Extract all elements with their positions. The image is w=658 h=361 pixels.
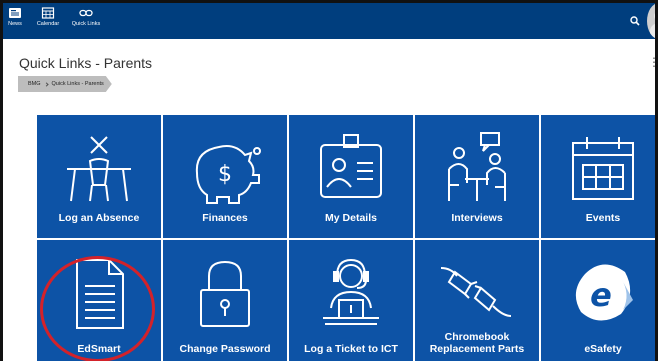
tile-label: Log a Ticket to ICT (304, 343, 398, 355)
esafety-logo-icon: e (575, 264, 633, 321)
cable-plug-icon (440, 267, 512, 317)
tile-label: eSafety (584, 343, 622, 355)
breadcrumb-item-current: Quick Links - Parents (51, 81, 104, 87)
nav-quick-links-label: Quick Links (71, 21, 101, 27)
tile-label: Events (585, 212, 621, 224)
tile-label: Chromebook Replacement Parts (429, 331, 525, 355)
tile-esafety[interactable]: e eSafety (541, 240, 655, 361)
more-options-icon[interactable]: ⋮ (648, 55, 655, 69)
nav-quick-links[interactable]: Quick Links (69, 7, 103, 37)
avatar-head (654, 11, 655, 21)
nav-calendar[interactable]: Calendar (35, 7, 61, 37)
tile-log-a-ticket[interactable]: Log a Ticket to ICT (289, 240, 413, 361)
tile-chromebook-parts[interactable]: Chromebook Replacement Parts (415, 240, 539, 361)
tile-label: Interviews (451, 212, 503, 224)
tile-log-an-absence[interactable]: Log an Absence (37, 115, 161, 238)
id-card-icon (320, 134, 382, 198)
search-icon[interactable] (629, 15, 641, 27)
nav-news-label: News (8, 21, 22, 27)
tile-interviews[interactable]: Interviews (415, 115, 539, 238)
page-title: Quick Links - Parents (19, 55, 153, 71)
news-icon (9, 8, 21, 18)
top-nav-bar: News Calendar Quick Links (3, 3, 655, 39)
tile-my-details[interactable]: My Details (289, 115, 413, 238)
user-avatar[interactable] (647, 3, 655, 39)
calendar-icon (41, 7, 55, 19)
piggy-bank-icon: $ (195, 145, 261, 204)
headset-support-icon (323, 258, 379, 325)
svg-text:e: e (590, 276, 612, 314)
red-highlight-circle (40, 256, 155, 361)
desk-absence-icon (67, 136, 131, 202)
link-icon (79, 9, 93, 17)
interview-icon (448, 132, 506, 201)
tile-label: Change Password (179, 343, 271, 355)
tile-label: Finances (202, 212, 248, 224)
svg-text:$: $ (218, 162, 232, 187)
tile-change-password[interactable]: Change Password (163, 240, 287, 361)
nav-news[interactable]: News (5, 7, 25, 37)
tile-finances[interactable]: $ Finances (163, 115, 287, 238)
padlock-icon (200, 260, 250, 327)
breadcrumb-item-home[interactable]: BMG (28, 81, 41, 87)
breadcrumb: BMG Quick Links - Parents (18, 76, 112, 92)
nav-calendar-label: Calendar (36, 21, 60, 27)
calendar-events-icon (572, 137, 634, 200)
tile-label: Log an Absence (58, 212, 140, 224)
tile-events[interactable]: Events (541, 115, 655, 238)
avatar-shoulders (650, 23, 655, 39)
tile-label: My Details (325, 212, 377, 224)
browser-frame: News Calendar Quick Links Quick Links - … (0, 0, 658, 361)
breadcrumb-separator-icon (44, 82, 48, 86)
